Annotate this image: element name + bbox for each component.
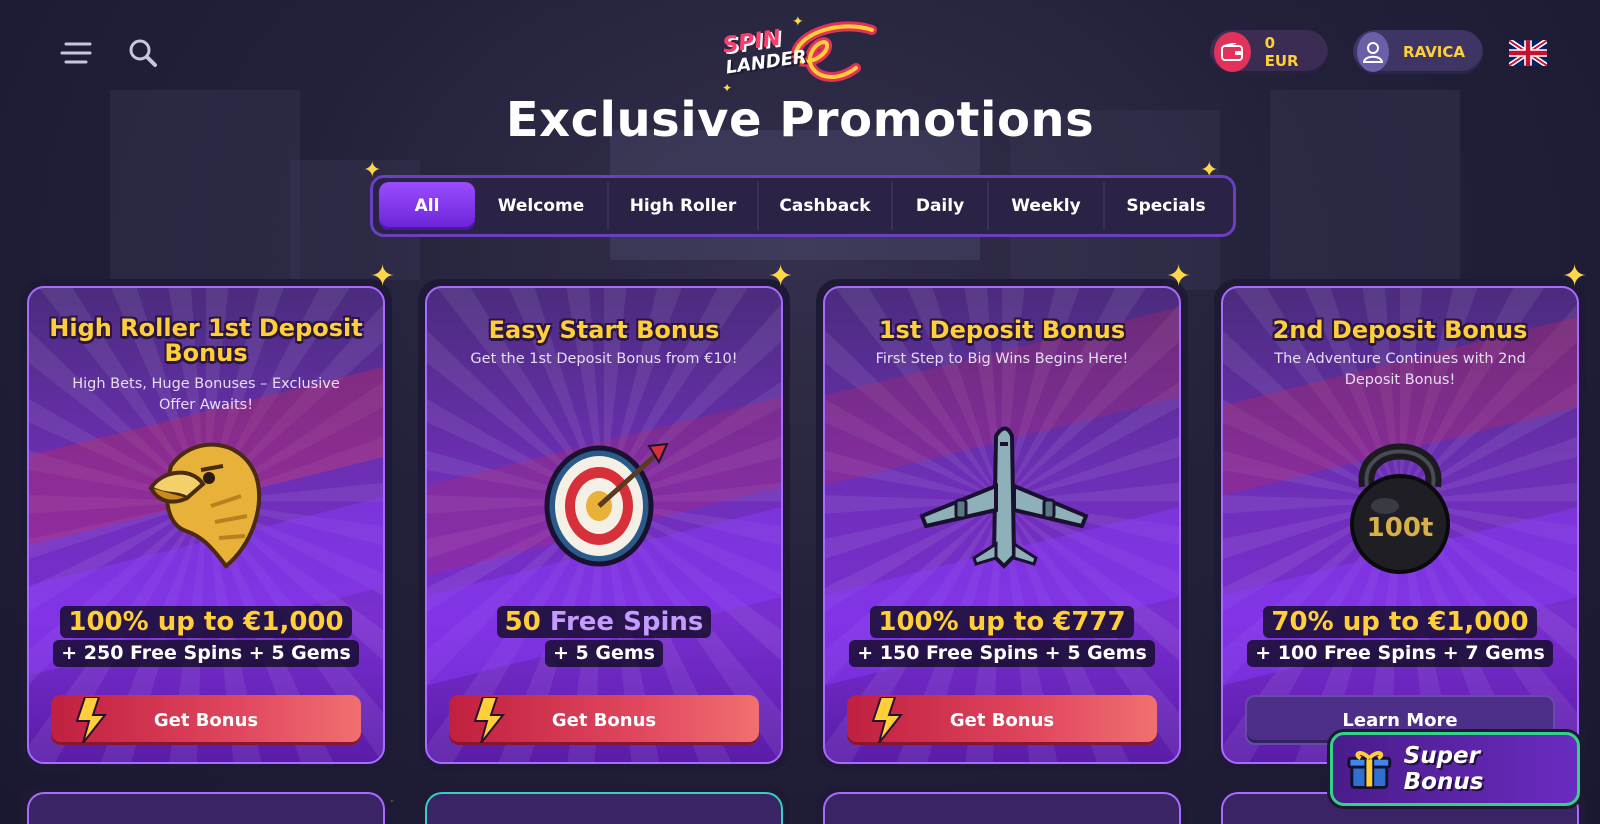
wallet-icon [1214, 32, 1251, 72]
svg-text:✦: ✦ [722, 81, 732, 92]
spinlander-logo[interactable]: ✦ ✦ SPIN LANDER [721, 16, 882, 92]
user-account-button[interactable]: RAVICA [1353, 30, 1483, 74]
offer-headline: 100% up to €1,000 [60, 606, 352, 638]
offer-amount-text: €1,000 [243, 607, 344, 637]
wallet-balance-button[interactable]: 0 EUR [1210, 30, 1328, 74]
promotion-card: Easy Start Bonus Get the 1st Deposit Bon… [418, 279, 790, 771]
tab-specials[interactable]: Specials [1105, 182, 1227, 230]
offer-headline: 100% up to €777 [870, 606, 1134, 638]
target-icon [529, 426, 679, 576]
learn-more-label: Learn More [1342, 709, 1458, 731]
get-bonus-button[interactable]: Get Bonus [847, 695, 1157, 745]
promotion-subtitle: High Bets, Huge Bonuses – Exclusive Offe… [72, 376, 340, 413]
promotion-offer: 100% up to €777 + 150 Free Spins + 5 Gem… [825, 606, 1179, 667]
promotion-offer: 100% up to €1,000 + 250 Free Spins + 5 G… [29, 606, 383, 667]
offer-percent-text: 100% up to [68, 607, 244, 637]
gift-box-icon [1347, 751, 1392, 789]
promotion-card: 1st Deposit Bonus First Step to Big Wins… [816, 279, 1188, 771]
get-bonus-label: Get Bonus [551, 709, 657, 731]
promotion-card-partial [418, 785, 790, 824]
eagle-icon [131, 426, 281, 576]
get-bonus-label: Get Bonus [949, 709, 1055, 731]
search-icon[interactable] [123, 33, 163, 73]
sparkle-icon: ✦ [1562, 259, 1588, 294]
offer-amount-text: €1,000 [1428, 607, 1529, 637]
promotion-title: High Roller 1st Deposit Bonus [49, 314, 363, 367]
page-title: Exclusive Promotions [505, 92, 1095, 148]
promotion-title: 2nd Deposit Bonus [1272, 316, 1528, 344]
offer-extras: + 5 Gems [545, 640, 663, 667]
top-header: ✦ ✦ SPIN LANDER 0 EUR RAVICA [0, 0, 1600, 100]
offer-extras: + 100 Free Spins + 7 Gems [1247, 640, 1553, 667]
offer-extras: + 250 Free Spins + 5 Gems [53, 640, 359, 667]
get-bonus-button[interactable]: Get Bonus [51, 695, 361, 745]
offer-amount-text: Free Spins [549, 607, 704, 637]
tab-high-roller[interactable]: High Roller [609, 182, 759, 230]
wallet-balance-text: 0 EUR [1264, 34, 1299, 70]
menu-icon[interactable] [56, 33, 96, 73]
lightning-icon [871, 697, 904, 743]
sparkle-icon: ✦ [1166, 259, 1192, 294]
uk-flag-icon[interactable] [1509, 40, 1547, 66]
promotion-offer: 70% up to €1,000 + 100 Free Spins + 7 Ge… [1223, 606, 1577, 667]
get-bonus-label: Get Bonus [153, 709, 259, 731]
promotion-offer: 50 Free Spins + 5 Gems [427, 606, 781, 667]
promotion-card: 2nd Deposit Bonus The Adventure Continue… [1214, 279, 1586, 771]
sparkle-icon: ✦ [768, 259, 794, 294]
tab-weekly[interactable]: Weekly [989, 182, 1105, 230]
promotion-subtitle: First Step to Big Wins Begins Here! [875, 351, 1129, 367]
kettlebell-icon: 100t [1325, 426, 1475, 576]
super-bonus-label: Super Bonus [1403, 743, 1484, 795]
get-bonus-button[interactable]: Get Bonus [449, 695, 759, 745]
promotion-subtitle: Get the 1st Deposit Bonus from €10! [470, 351, 738, 367]
lightning-icon [473, 697, 506, 743]
offer-extras: + 150 Free Spins + 5 Gems [849, 640, 1155, 667]
offer-amount-text: €777 [1053, 607, 1126, 637]
promotion-title: 1st Deposit Bonus [878, 316, 1126, 344]
promotion-card: High Roller 1st Deposit Bonus High Bets,… [20, 279, 392, 771]
promotion-card-partial [816, 785, 1188, 824]
user-icon [1357, 32, 1390, 72]
promotion-category-tabs: All Welcome High Roller Cashback Daily W… [370, 175, 1236, 237]
offer-percent-text: 50 [504, 607, 550, 637]
super-bonus-button[interactable]: Super Bonus [1330, 732, 1580, 806]
offer-headline: 50 Free Spins [496, 606, 712, 638]
sparkle-icon: ✦ [370, 259, 396, 294]
tab-all[interactable]: All [379, 182, 475, 230]
promotion-card-partial [20, 785, 392, 824]
tab-welcome[interactable]: Welcome [475, 182, 609, 230]
promotion-title: Easy Start Bonus [488, 316, 720, 344]
kettlebell-weight-label: 100t [1367, 513, 1434, 543]
promotion-subtitle: The Adventure Continues with 2nd Deposit… [1274, 351, 1526, 388]
tab-cashback[interactable]: Cashback [759, 182, 893, 230]
offer-headline: 70% up to €1,000 [1263, 606, 1537, 638]
tab-daily[interactable]: Daily [893, 182, 989, 230]
lightning-icon [75, 697, 108, 743]
offer-percent-text: 70% up to [1271, 607, 1429, 637]
offer-percent-text: 100% up to [878, 607, 1054, 637]
username-text: RAVICA [1403, 43, 1465, 61]
airplane-icon [919, 426, 1089, 576]
